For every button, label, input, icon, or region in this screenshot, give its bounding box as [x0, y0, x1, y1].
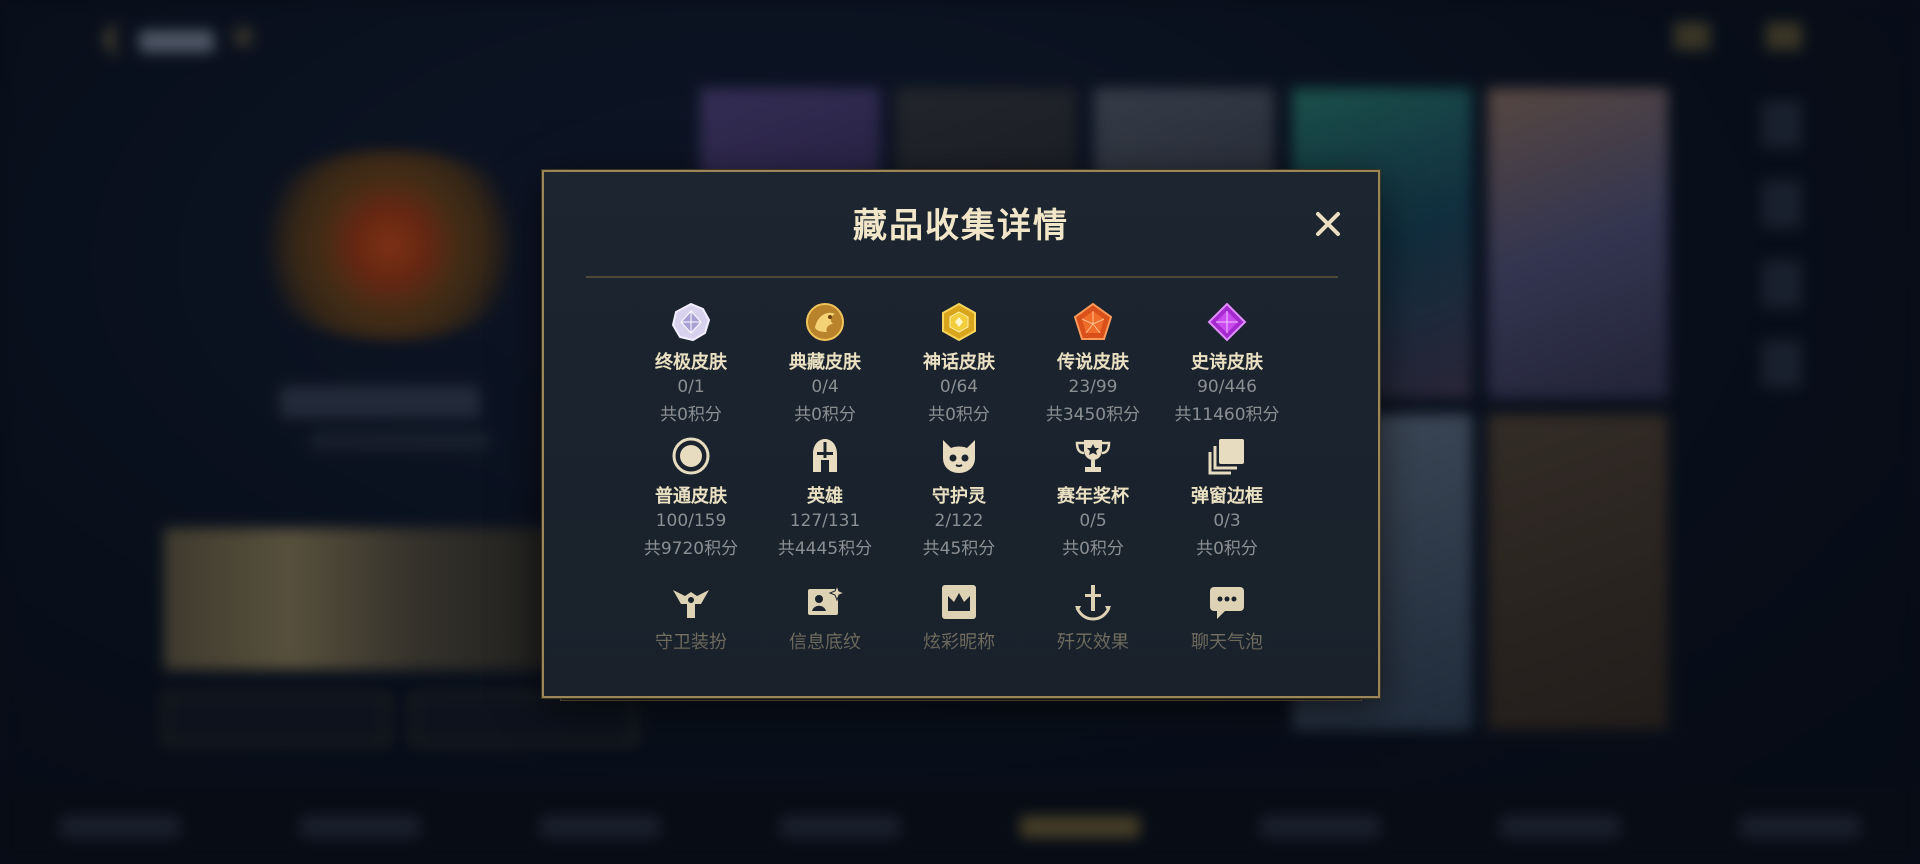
collection-item-prestige[interactable]: 典藏皮肤 0/4 共0积分: [758, 300, 892, 434]
collection-grid: 终极皮肤 0/1 共0积分 典藏皮肤 0/4 共0积分 神话皮肤 0/64 共0…: [624, 300, 1304, 660]
item-name: 传说皮肤: [1057, 352, 1129, 373]
champion-helmet-icon: [803, 434, 847, 478]
ward-skin-icon: [669, 580, 713, 624]
legendary-skin-icon: [1071, 300, 1115, 344]
item-points: 共0积分: [1062, 539, 1124, 559]
item-name: 信息底纹: [789, 632, 861, 653]
collection-item-border[interactable]: 弹窗边框 0/3 共0积分: [1160, 434, 1294, 580]
item-points: 共45积分: [922, 539, 996, 559]
item-name: 神话皮肤: [923, 352, 995, 373]
collection-item-mythic[interactable]: 神话皮肤 0/64 共0积分: [892, 300, 1026, 434]
collection-item-nickname[interactable]: 炫彩昵称: [892, 580, 1026, 660]
collection-item-normal[interactable]: 普通皮肤 100/159 共9720积分: [624, 434, 758, 580]
item-count: 23/99: [1068, 377, 1118, 397]
item-points: 共11460积分: [1174, 405, 1280, 425]
chat-bubble-icon: [1205, 580, 1249, 624]
prestige-skin-icon: [803, 300, 847, 344]
collection-item-banner[interactable]: 信息底纹: [758, 580, 892, 660]
collection-item-ward[interactable]: 守卫装扮: [624, 580, 758, 660]
close-button[interactable]: [1310, 206, 1346, 242]
item-count: 127/131: [789, 511, 861, 531]
item-name: 英雄: [807, 486, 843, 507]
collection-item-trophy[interactable]: 赛年奖杯 0/5 共0积分: [1026, 434, 1160, 580]
item-points: 共9720积分: [643, 539, 739, 559]
item-points: 共0积分: [660, 405, 722, 425]
item-name: 聊天气泡: [1191, 632, 1263, 653]
trophy-icon: [1071, 434, 1115, 478]
normal-skin-icon: [669, 434, 713, 478]
colored-nickname-icon: [937, 580, 981, 624]
item-count: 100/159: [655, 511, 727, 531]
collection-item-chat[interactable]: 聊天气泡: [1160, 580, 1294, 660]
item-count: 0/1: [677, 377, 705, 397]
item-name: 歼灭效果: [1057, 632, 1129, 653]
item-name: 弹窗边框: [1191, 486, 1263, 507]
item-name: 守卫装扮: [655, 632, 727, 653]
item-count: 0/64: [939, 377, 979, 397]
item-name: 史诗皮肤: [1191, 352, 1263, 373]
profile-banner-icon: [803, 580, 847, 624]
mythic-skin-icon: [937, 300, 981, 344]
item-points: 共0积分: [928, 405, 990, 425]
collection-row: 终极皮肤 0/1 共0积分 典藏皮肤 0/4 共0积分 神话皮肤 0/64 共0…: [624, 300, 1304, 434]
item-count: 0/4: [811, 377, 839, 397]
collection-row: 守卫装扮 信息底纹 炫彩昵称 歼灭效果 聊天气泡: [624, 580, 1304, 660]
title-divider: [586, 276, 1338, 278]
collection-item-guardian[interactable]: 守护灵 2/122 共45积分: [892, 434, 1026, 580]
collection-item-ultimate[interactable]: 终极皮肤 0/1 共0积分: [624, 300, 758, 434]
guardian-spirit-icon: [937, 434, 981, 478]
item-points: 共3450积分: [1045, 405, 1141, 425]
item-name: 炫彩昵称: [923, 632, 995, 653]
item-count: 90/446: [1197, 377, 1257, 397]
screen: ❮ ▆▆▆▆ ⚙ 藏品收集详情 终极皮肤 0/1 共0积分 典藏皮肤 0/4 共…: [0, 0, 1920, 864]
collection-item-legendary[interactable]: 传说皮肤 23/99 共3450积分: [1026, 300, 1160, 434]
item-points: 共0积分: [1196, 539, 1258, 559]
item-name: 终极皮肤: [655, 352, 727, 373]
collection-item-finisher[interactable]: 歼灭效果: [1026, 580, 1160, 660]
item-points: 共0积分: [794, 405, 856, 425]
item-count: 0/3: [1213, 511, 1241, 531]
item-name: 普通皮肤: [655, 486, 727, 507]
collection-details-modal: 藏品收集详情 终极皮肤 0/1 共0积分 典藏皮肤 0/4 共0积分 神话皮肤 …: [542, 170, 1380, 698]
item-name: 赛年奖杯: [1057, 486, 1129, 507]
collection-row: 普通皮肤 100/159 共9720积分 英雄 127/131 共4445积分: [624, 434, 1304, 580]
item-count: 0/5: [1079, 511, 1107, 531]
item-name: 典藏皮肤: [789, 352, 861, 373]
finisher-effect-icon: [1071, 580, 1115, 624]
collection-item-epic[interactable]: 史诗皮肤 90/446 共11460积分: [1160, 300, 1294, 434]
item-count: 2/122: [934, 511, 984, 531]
popup-border-icon: [1205, 434, 1249, 478]
item-points: 共4445积分: [777, 539, 873, 559]
epic-skin-icon: [1205, 300, 1249, 344]
item-name: 守护灵: [932, 486, 986, 507]
collection-item-champion[interactable]: 英雄 127/131 共4445积分: [758, 434, 892, 580]
modal-title: 藏品收集详情: [853, 206, 1069, 246]
ultimate-skin-icon: [669, 300, 713, 344]
close-icon: [1316, 212, 1340, 236]
